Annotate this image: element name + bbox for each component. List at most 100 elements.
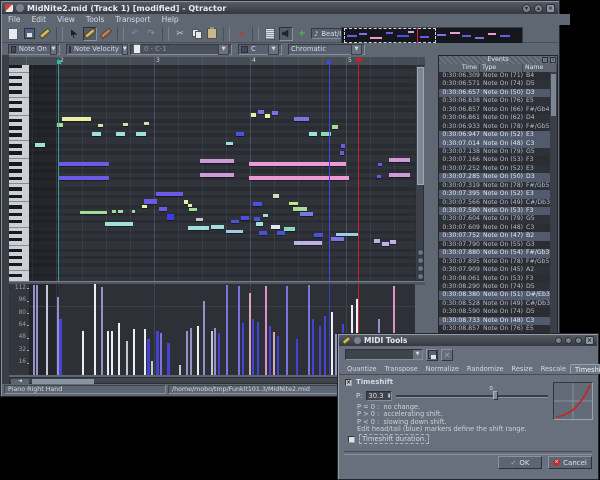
velocity-bar[interactable] <box>107 331 109 375</box>
clip-thumbnail[interactable] <box>341 27 523 44</box>
piano-roll-canvas[interactable] <box>29 65 415 281</box>
black-key[interactable] <box>9 90 22 93</box>
midi-note[interactable] <box>132 210 135 213</box>
event-list-button[interactable] <box>263 27 277 41</box>
velocity-bar[interactable] <box>226 285 228 375</box>
velocity-bar[interactable] <box>265 286 267 375</box>
preset-delete-button[interactable]: × <box>441 349 453 361</box>
black-key[interactable] <box>9 238 22 241</box>
velocity-bar[interactable] <box>331 312 333 375</box>
events-panel-title[interactable]: Events <box>439 56 557 64</box>
midi-note[interactable] <box>189 208 197 211</box>
file-properties-button[interactable] <box>6 27 20 41</box>
redo-button[interactable]: ↷ <box>144 27 158 41</box>
edit-button[interactable] <box>38 27 52 41</box>
midi-note[interactable] <box>289 202 298 205</box>
velocity-bar[interactable] <box>203 301 205 375</box>
midi-note[interactable] <box>98 124 103 127</box>
black-key[interactable] <box>9 231 22 234</box>
event-row[interactable]: 0:30:07.580Note On (53)F3 <box>439 207 550 215</box>
midi-note[interactable] <box>200 159 234 163</box>
piano-keyboard[interactable] <box>9 65 29 281</box>
midi-note[interactable] <box>144 122 149 125</box>
midi-note[interactable] <box>284 227 295 231</box>
black-key[interactable] <box>9 187 22 190</box>
midi-note[interactable] <box>241 216 249 220</box>
minimize-button[interactable] <box>565 337 572 344</box>
black-key[interactable] <box>9 220 22 223</box>
midi-note[interactable] <box>265 114 270 118</box>
event-row[interactable]: 0:30:07.014Note On (48)C3 <box>439 140 550 148</box>
velocity-bar[interactable] <box>218 333 220 375</box>
midi-note[interactable] <box>389 173 410 177</box>
midi-note[interactable] <box>35 143 45 147</box>
velocity-bar[interactable] <box>33 285 35 375</box>
midi-note[interactable] <box>142 205 147 208</box>
midi-note[interactable] <box>256 222 263 226</box>
velocity-bar[interactable] <box>242 323 244 375</box>
velocity-bar[interactable] <box>308 285 310 375</box>
velocity-bar[interactable] <box>319 326 321 375</box>
midi-note[interactable] <box>272 111 278 115</box>
midi-note[interactable] <box>236 132 244 136</box>
velocity-bar[interactable] <box>238 286 240 375</box>
vertical-scrollbar-thumb[interactable] <box>417 67 424 185</box>
midi-note[interactable] <box>249 176 349 180</box>
event-row[interactable]: 0:30:07.604Note On (79)G5 <box>439 215 550 223</box>
midi-note[interactable] <box>159 207 167 211</box>
menu-transport[interactable]: Transport <box>115 15 150 24</box>
black-key[interactable] <box>9 151 22 154</box>
velocity-bar[interactable] <box>214 328 216 375</box>
shade-button[interactable] <box>555 337 562 344</box>
tab-transpose[interactable]: Transpose <box>381 364 422 374</box>
copy-button[interactable] <box>189 27 203 41</box>
column-header-type[interactable]: Type <box>480 64 523 72</box>
tab-resize[interactable]: Resize <box>508 364 537 374</box>
velocity-bar[interactable] <box>190 328 192 375</box>
midi-note[interactable] <box>251 113 256 117</box>
draw-tool-button[interactable] <box>83 27 97 41</box>
velocity-bar[interactable] <box>252 319 254 375</box>
event-row[interactable]: 0:30:07.138Note On (79)G5 <box>439 148 550 156</box>
menu-help[interactable]: Help <box>162 15 179 24</box>
velocity-bar[interactable] <box>160 333 162 375</box>
midi-note[interactable] <box>80 211 107 214</box>
velocity-bar[interactable] <box>179 365 181 375</box>
black-key[interactable] <box>9 83 22 86</box>
menu-tools[interactable]: Tools <box>86 15 104 24</box>
velocity-bar[interactable] <box>186 331 188 375</box>
midi-note[interactable] <box>314 233 323 237</box>
velocity-bar[interactable] <box>94 284 96 375</box>
velocity-bar[interactable] <box>257 322 259 375</box>
menu-view[interactable]: View <box>57 15 75 24</box>
midi-note[interactable] <box>389 158 410 162</box>
midi-note[interactable] <box>294 117 309 121</box>
tab-rescale[interactable]: Rescale <box>537 364 570 374</box>
tab-timeshift[interactable]: Timeshift <box>570 364 600 374</box>
midi-note[interactable] <box>118 210 123 213</box>
black-key[interactable] <box>9 76 22 79</box>
edit-tail-marker[interactable] <box>327 60 331 64</box>
event-row[interactable]: 0:30:06.933Note On (78)F#/Gb5 <box>439 123 550 131</box>
midi-note[interactable] <box>226 230 243 233</box>
slider-handle[interactable] <box>493 391 498 400</box>
velocity-bar[interactable] <box>296 339 298 375</box>
black-key[interactable] <box>9 213 22 216</box>
midi-note[interactable] <box>116 132 125 136</box>
velocity-bar[interactable] <box>273 332 275 375</box>
pointer-tool-button[interactable] <box>67 27 81 41</box>
midi-note[interactable] <box>59 162 109 166</box>
event-row[interactable]: 0:30:07.566Note On (49)C#/Db3 <box>439 199 550 207</box>
event-type-combo[interactable]: Note On ▼ <box>8 44 60 55</box>
midi-note[interactable] <box>200 173 234 177</box>
resize-tool-button[interactable] <box>99 27 113 41</box>
event-row[interactable]: 0:30:08.380Note On (51)D#/Eb3 <box>439 291 550 299</box>
menu-file[interactable]: File <box>8 15 21 24</box>
title-bar[interactable]: MidNite2.mid (Track 1) [modified] - Qtra… <box>2 2 558 14</box>
black-key[interactable] <box>9 101 22 104</box>
save-button[interactable] <box>22 27 36 41</box>
black-key[interactable] <box>9 133 22 136</box>
black-key[interactable] <box>9 177 22 180</box>
midi-note[interactable] <box>92 132 101 136</box>
velocity-bar[interactable] <box>286 286 288 375</box>
